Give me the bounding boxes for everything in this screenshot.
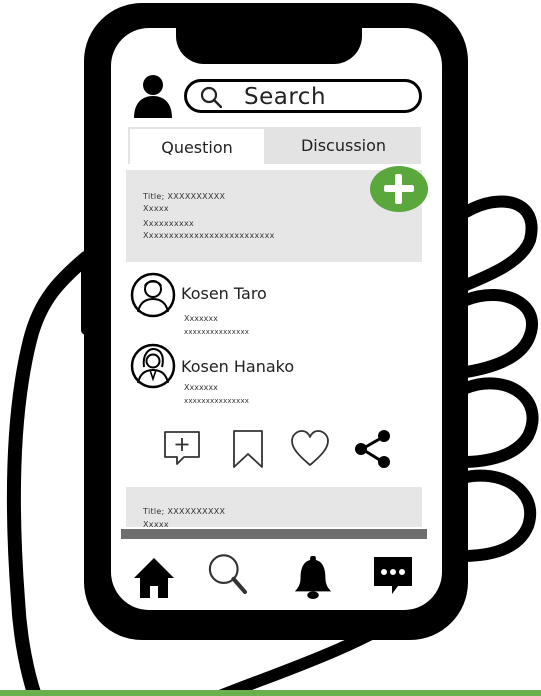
- comment-author[interactable]: Kosen Hanako: [181, 357, 294, 377]
- comment-plus-icon[interactable]: [162, 429, 202, 469]
- plus-icon-vertical: [395, 174, 402, 204]
- comment-text: xxxxxxxxxxxxxxx: [184, 397, 250, 405]
- add-post-button[interactable]: [370, 166, 428, 212]
- post-title: Title; XXXXXXXXXX: [143, 192, 226, 201]
- comment-text: xxxxxxxxxxxxxxx: [184, 328, 250, 336]
- tab-question[interactable]: Question: [128, 127, 266, 164]
- search-placeholder: Search: [244, 84, 327, 110]
- home-icon[interactable]: [133, 556, 175, 600]
- avatar[interactable]: [130, 343, 176, 389]
- comment-author[interactable]: Kosen Taro: [181, 284, 267, 304]
- bookmark-icon[interactable]: [228, 429, 268, 469]
- phone-notch: [176, 24, 362, 64]
- search-icon[interactable]: [206, 552, 248, 596]
- post-line: Xxxxxxxxxx: [143, 219, 195, 228]
- share-icon[interactable]: [352, 429, 392, 469]
- avatar[interactable]: [130, 272, 176, 318]
- search-icon: [200, 86, 222, 108]
- post-line: Xxxxx: [143, 204, 169, 213]
- user-icon[interactable]: [132, 74, 174, 118]
- accent-strip: [0, 690, 541, 696]
- heart-icon[interactable]: [290, 429, 330, 469]
- comment-text: Xxxxxxx: [184, 383, 218, 392]
- post-title: Title; XXXXXXXXXX: [143, 507, 226, 516]
- divider: [121, 529, 427, 539]
- message-icon[interactable]: [372, 554, 414, 598]
- comment-text: Xxxxxxx: [184, 314, 218, 323]
- tab-discussion[interactable]: Discussion: [266, 127, 421, 164]
- bell-icon[interactable]: [292, 555, 334, 599]
- post-line: Xxxxxxxxxxxxxxxxxxxxxxxxxx: [143, 231, 275, 240]
